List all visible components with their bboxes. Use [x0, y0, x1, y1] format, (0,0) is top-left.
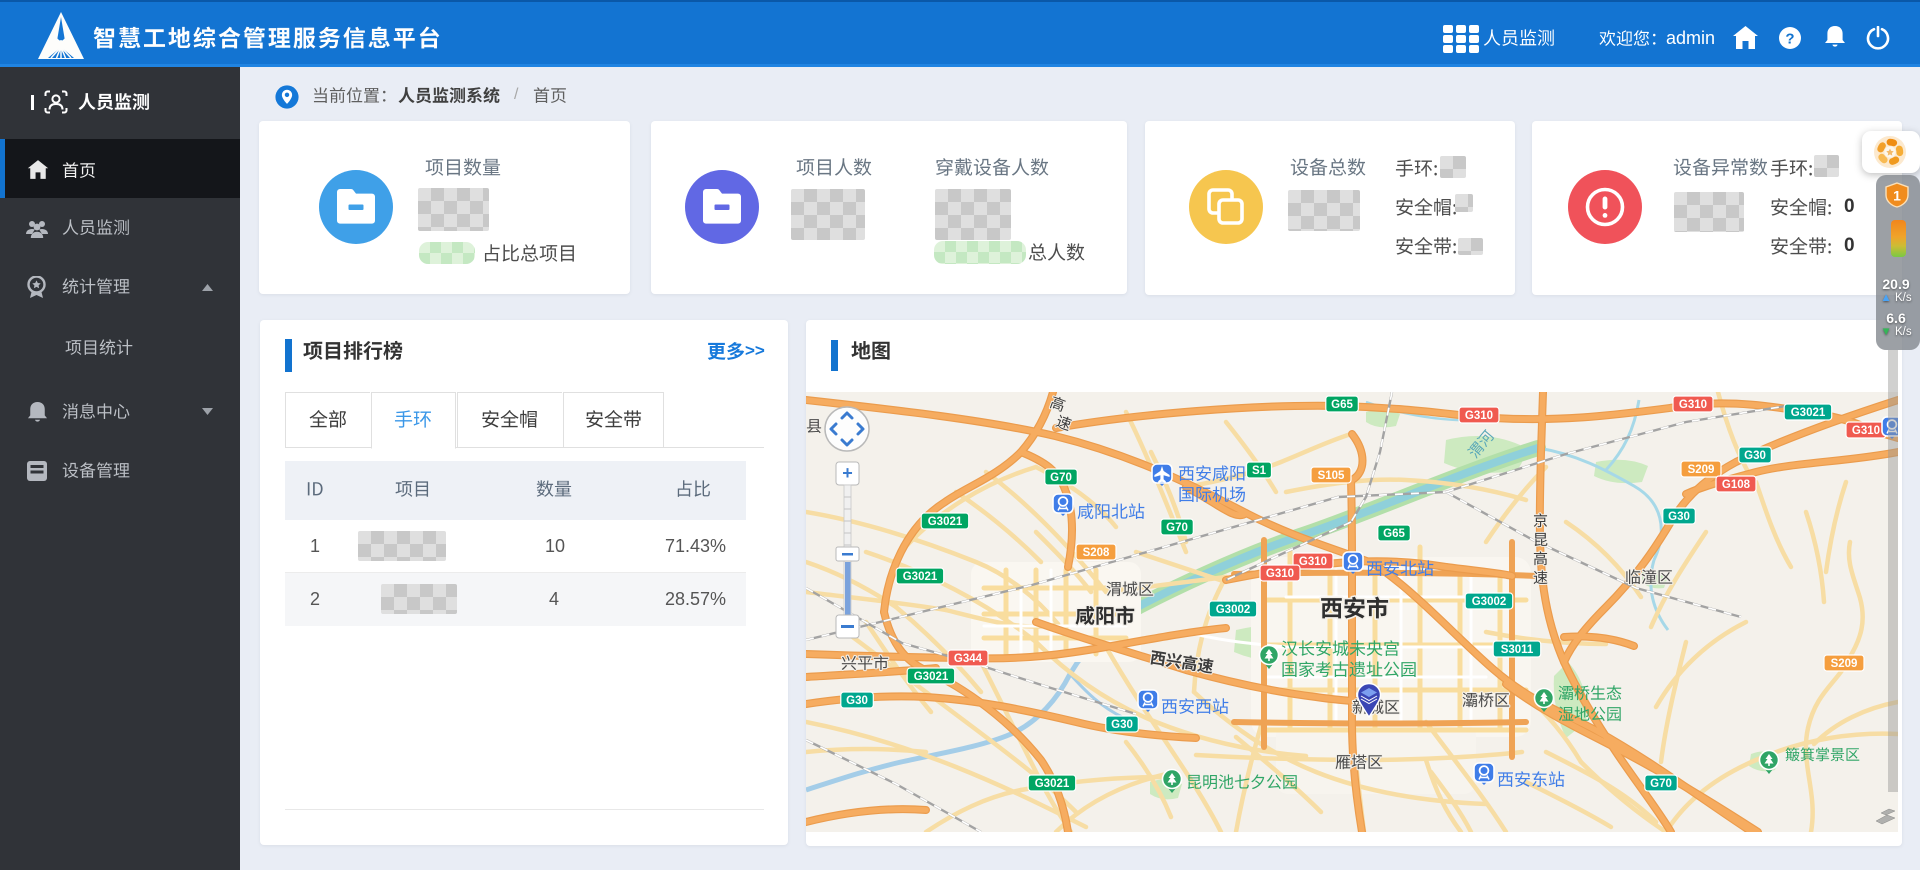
- svg-text:G3021: G3021: [1791, 407, 1826, 419]
- svg-text:S209: S209: [1831, 658, 1858, 670]
- svg-text:G70: G70: [1166, 522, 1188, 534]
- svg-text:G3002: G3002: [1216, 604, 1251, 616]
- svg-text:+: +: [842, 463, 853, 483]
- svg-text:G310: G310: [1266, 568, 1294, 580]
- svg-text:S3011: S3011: [1501, 644, 1534, 656]
- svg-text:G3002: G3002: [1472, 596, 1507, 608]
- svg-text:G310: G310: [1679, 399, 1707, 411]
- svg-text:S105: S105: [1318, 470, 1345, 482]
- svg-text:G3021: G3021: [903, 571, 938, 583]
- svg-text:G310: G310: [1465, 410, 1493, 422]
- svg-text:G3021: G3021: [914, 671, 949, 683]
- svg-text:G30: G30: [1668, 511, 1690, 523]
- svg-text:G30: G30: [1744, 450, 1766, 462]
- svg-text:G108: G108: [1722, 479, 1751, 491]
- svg-text:G65: G65: [1383, 528, 1405, 540]
- svg-text:S1: S1: [1252, 465, 1267, 477]
- svg-text:G344: G344: [954, 653, 983, 665]
- svg-text:G3021: G3021: [928, 516, 963, 528]
- svg-text:G310: G310: [1299, 556, 1327, 568]
- svg-text:G3021: G3021: [1035, 778, 1070, 790]
- svg-text:G70: G70: [1050, 472, 1072, 484]
- svg-text:G30: G30: [1111, 719, 1133, 731]
- svg-text:S209: S209: [1688, 464, 1715, 476]
- svg-text:G70: G70: [1650, 778, 1672, 790]
- svg-text:?: ?: [1785, 31, 1794, 48]
- svg-text:G310: G310: [1852, 425, 1880, 437]
- svg-text:G30: G30: [846, 695, 868, 707]
- svg-text:G65: G65: [1331, 399, 1353, 411]
- svg-text:1: 1: [1893, 188, 1901, 204]
- svg-text:S208: S208: [1083, 547, 1110, 559]
